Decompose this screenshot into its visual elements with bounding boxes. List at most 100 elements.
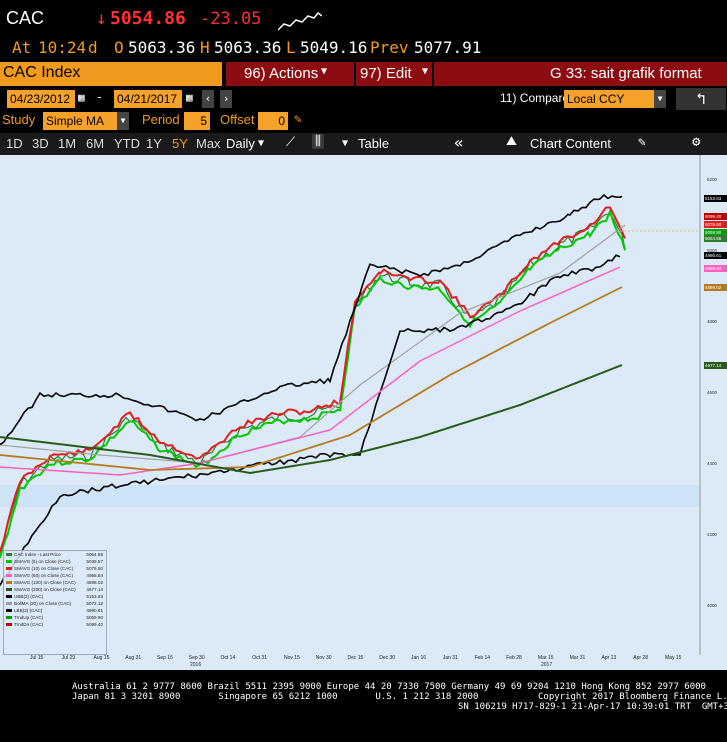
compare-dropdown[interactable]: Local CCY	[564, 90, 656, 108]
legend-item[interactable]: SMAVG (10) on Close (CAC) 5076.50	[4, 565, 106, 572]
chevron-down-icon: ▼	[422, 66, 429, 77]
edit-menu[interactable]: 97) Edit ▼	[356, 62, 432, 86]
back-arrow-icon[interactable]: ↰	[676, 88, 726, 110]
security-field[interactable]: CAC Index	[0, 62, 222, 86]
study-dropdown[interactable]: Simple MA	[43, 112, 117, 130]
footer-copyright: Japan 81 3 3201 8900 Singapore 65 6212 1…	[72, 692, 727, 702]
down-arrow-icon: ↓	[96, 8, 107, 29]
y-tick-label: 4400	[707, 461, 718, 466]
period-1m[interactable]: 1M	[58, 136, 76, 151]
candlestick-icon[interactable]: ⫼	[312, 134, 324, 149]
low-label: L	[286, 38, 296, 57]
time-suffix: d	[88, 38, 98, 57]
chart-content-button[interactable]: Chart Content	[530, 136, 611, 151]
period-5y[interactable]: 5Y	[172, 136, 188, 151]
x-tick-label: Jan 16	[411, 655, 427, 661]
period-1y[interactable]: 1Y	[146, 136, 162, 151]
actions-menu[interactable]: 96) Actions ▼	[226, 62, 354, 86]
chevron-down-icon[interactable]: ▼	[654, 90, 666, 108]
legend-value: 5054.86	[86, 552, 103, 557]
legend-value: 5072.12	[86, 601, 103, 606]
x-tick-label: Apr 13	[601, 655, 617, 661]
legend-value: 4898.02	[86, 580, 103, 585]
period-ytd[interactable]: YTD	[114, 136, 140, 151]
legend-swatch	[6, 567, 12, 570]
chart-content-icon[interactable]: ⛰	[506, 134, 517, 149]
footer-session: SN 106219 H717-829-1 21-Apr-17 10:39:01 …	[458, 702, 727, 712]
legend-item[interactable]: TrndUp (CAC) 5059.90	[4, 614, 106, 621]
study-bar: Study Simple MA ▼ Period 5 Offset 0 ✎	[0, 110, 727, 132]
high-label: H	[200, 38, 210, 57]
period-3d[interactable]: 3D	[32, 136, 49, 151]
prev-arrow-icon[interactable]: ‹	[202, 90, 214, 108]
x-year-label: 2017	[541, 662, 553, 668]
period-field[interactable]: 5	[184, 112, 210, 130]
legend-item[interactable]: LBB(2) (CAC) 4990.61	[4, 607, 106, 614]
legend-label: LBB(2) (CAC)	[14, 608, 43, 613]
offset-label: Offset	[220, 112, 255, 127]
range-dash: -	[96, 90, 104, 104]
edit-label: 97) Edit	[360, 65, 412, 82]
chevron-down-icon: ▼	[258, 138, 265, 149]
start-date-field[interactable]: 04/23/2012	[7, 90, 75, 108]
price-chart[interactable]: 5200 5000 4800 4600 4400 4200 4000 5153.63 5099…	[0, 155, 727, 670]
calendar-icon[interactable]: ▦	[78, 91, 85, 104]
legend-item[interactable]: SMAVG (200) on Close (CAC) 4677.14	[4, 586, 106, 593]
time-label: At	[12, 38, 32, 57]
period-1d[interactable]: 1D	[6, 136, 23, 151]
x-tick-label: Nov 15	[284, 655, 300, 661]
chart-title: G 33: sait grafik format	[550, 65, 702, 82]
actions-label: 96) Actions	[244, 65, 319, 82]
chevron-down-icon: ▼	[321, 66, 328, 77]
chevron-down-icon[interactable]: ▼	[342, 138, 348, 149]
table-button[interactable]: Table	[358, 136, 389, 151]
end-date-field[interactable]: 04/21/2017	[114, 90, 182, 108]
legend-item[interactable]: TrndDn (CAC) 5099.40	[4, 621, 106, 628]
pencil-icon[interactable]: ✎	[294, 112, 302, 127]
legend-label: SMAVG (10) on Close (CAC)	[14, 566, 74, 571]
legend-label: UBB(2) (CAC)	[14, 594, 44, 599]
legend-item[interactable]: SMAVG (60) on Close (CAC) 4958.84	[4, 572, 106, 579]
price-tag: 5054.86	[704, 235, 727, 242]
price-tag: 4898.02	[704, 284, 727, 291]
chevron-down-icon[interactable]: ▼	[117, 112, 129, 130]
legend-item[interactable]: SMAVG (100) on Close (CAC) 4898.02	[4, 579, 106, 586]
frequency-dropdown[interactable]: Daily	[226, 136, 255, 151]
high-value: 5063.36	[214, 38, 282, 57]
chart-legend[interactable]: CAC Index - Last Price 5054.86 SMAVG (5) o…	[3, 550, 107, 655]
period-selector: 1D 3D 1M 6M YTD 1Y 5Y Max Daily ▼ ⟋ ⫼ ▼ Table «…	[0, 133, 727, 155]
legend-swatch	[6, 609, 12, 612]
calendar-icon[interactable]: ▦	[186, 91, 193, 104]
legend-item[interactable]: SMAVG (5) on Close (CAC) 5039.57	[4, 558, 106, 565]
x-tick-label: Dec 30	[379, 655, 396, 661]
price-tag: 5099.40	[704, 213, 727, 220]
offset-field[interactable]: 0	[258, 112, 288, 130]
x-tick-label: Jul 29	[61, 655, 76, 661]
price-tag: 5076.50	[704, 221, 727, 228]
legend-item[interactable]: CAC Index - Last Price 5054.86	[4, 551, 106, 558]
chart-band	[0, 485, 700, 507]
next-arrow-icon[interactable]: ›	[220, 90, 232, 108]
legend-swatch	[6, 595, 12, 598]
legend-value: 5059.90	[86, 615, 103, 620]
net-change: -23.05	[200, 9, 262, 29]
line-chart-icon[interactable]: ⟋	[286, 135, 295, 150]
ohlc-line: At 10:24 d O 5063.36 H 5063.36 L 5049.16…	[0, 36, 727, 60]
legend-label: BollMA (20) on Close (CAC)	[14, 601, 72, 606]
price-tag: 4958.84	[704, 265, 727, 272]
x-tick-label: Nov 30	[315, 655, 332, 661]
collapse-icon[interactable]: «	[454, 133, 464, 152]
edit-icon[interactable]: ✎	[638, 135, 646, 150]
period-max[interactable]: Max	[196, 136, 221, 151]
legend-item[interactable]: BollMA (20) on Close (CAC) 5072.12	[4, 600, 106, 607]
x-tick-label: Mar 31	[569, 655, 586, 661]
gear-icon[interactable]: ⚙	[692, 134, 700, 150]
legend-item[interactable]: UBB(2) (CAC) 5153.63	[4, 593, 106, 600]
chart-canvas[interactable]	[0, 155, 727, 670]
y-tick-label: 4800	[707, 319, 718, 324]
last-price: 5054.86	[110, 8, 186, 29]
x-tick-label: Feb 28	[506, 655, 522, 661]
period-6m[interactable]: 6M	[86, 136, 104, 151]
x-tick-label: Apr 28	[633, 655, 648, 661]
legend-swatch	[6, 623, 12, 626]
